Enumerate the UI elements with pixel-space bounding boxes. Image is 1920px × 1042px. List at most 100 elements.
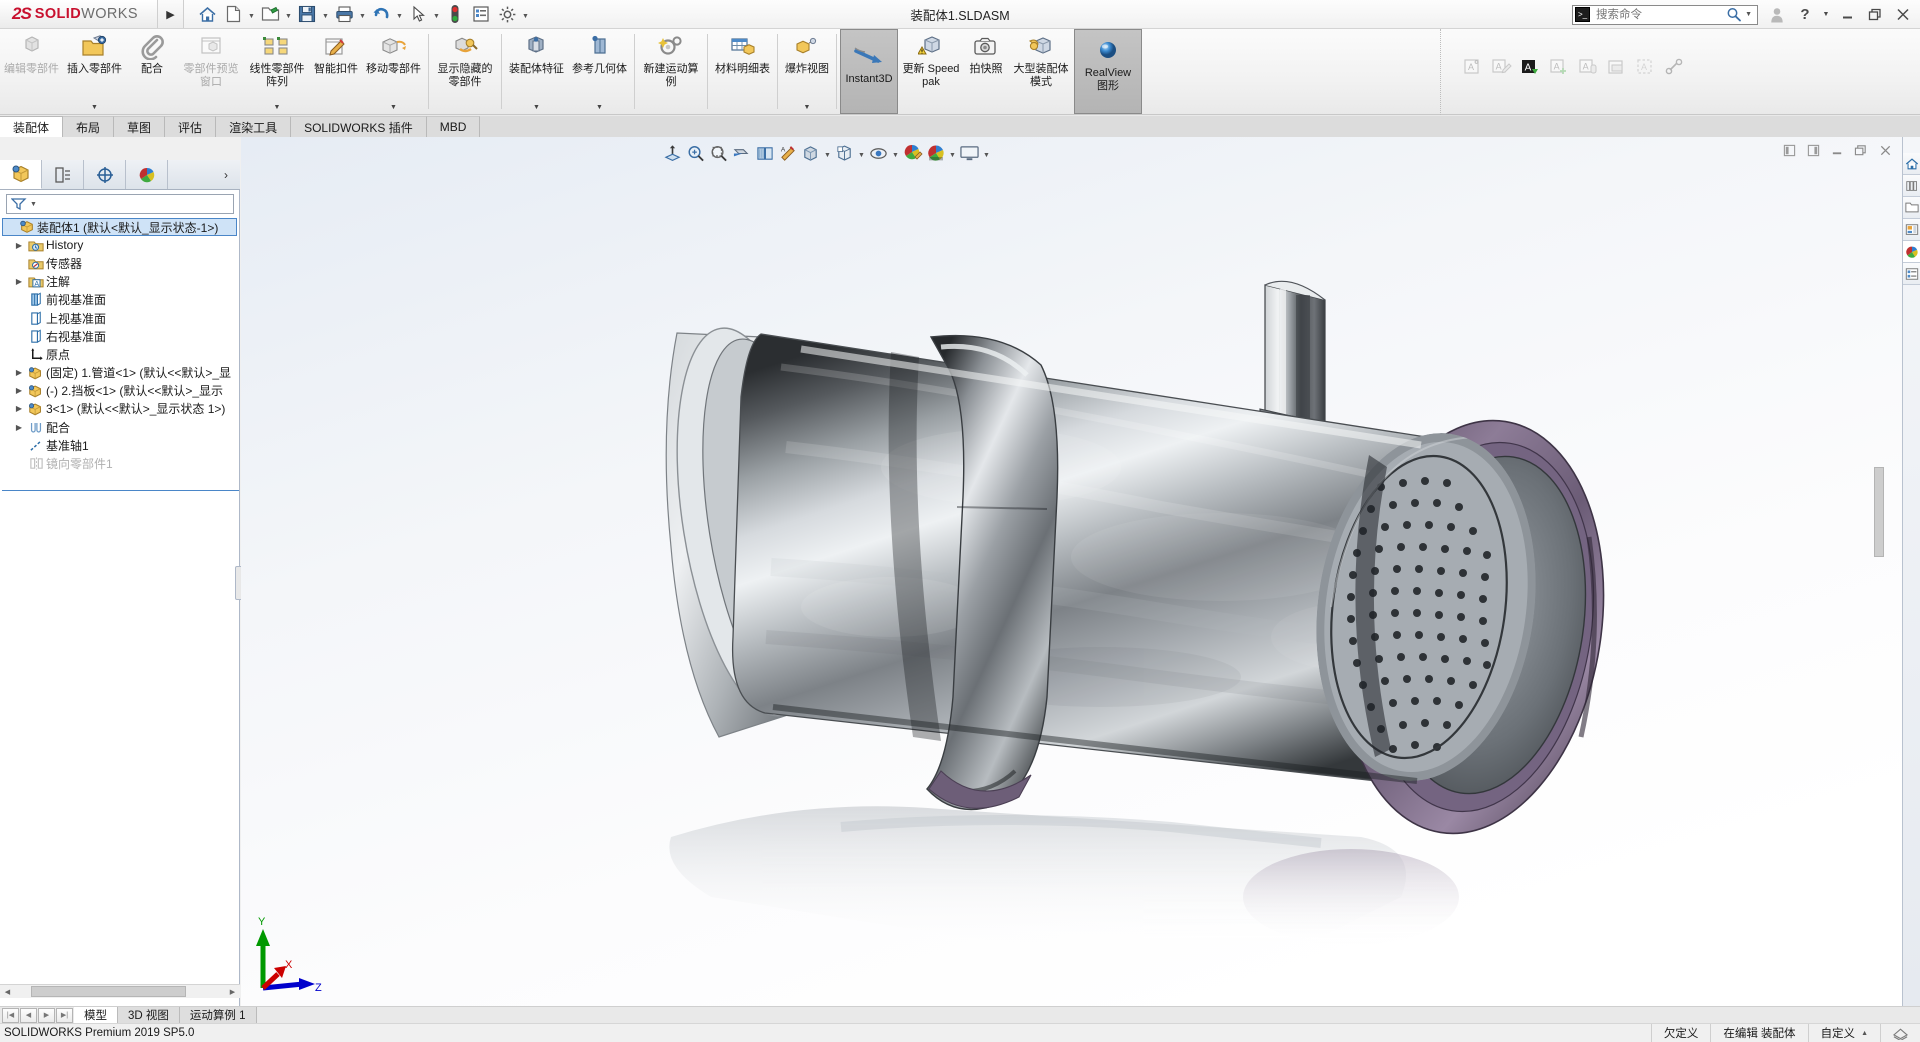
save-dropdown-caret[interactable]: ▼ (320, 1, 331, 27)
status-units-caret[interactable]: ▲ (1861, 1030, 1868, 1037)
ribbon-component-preview[interactable]: 零部件预览窗口 (178, 29, 244, 114)
auto-note-icon[interactable]: A (1517, 55, 1543, 79)
ribbon-edit-component[interactable]: 编辑零部件 (0, 29, 63, 114)
view-settings-icon[interactable] (958, 140, 981, 166)
tab-evaluate[interactable]: 评估 (165, 116, 217, 137)
home-icon[interactable] (194, 1, 220, 27)
ribbon-reference-geometry[interactable]: 参考几何体 ▼ (568, 29, 631, 114)
tab-nav-first[interactable]: |◀ (2, 1007, 19, 1023)
hide-show-items-caret[interactable]: ▼ (856, 140, 867, 166)
solidworks-logo[interactable]: 2S SOLID WORKS (0, 0, 158, 28)
open-icon[interactable] (257, 1, 283, 27)
edit-appearance-icon[interactable] (867, 140, 890, 166)
tree-expander[interactable]: ▶ (12, 241, 26, 250)
tree-expander[interactable]: ▶ (12, 423, 26, 432)
custom-properties-icon[interactable] (1903, 263, 1920, 285)
feature-tree-filter[interactable]: ▼ (6, 194, 234, 214)
view-palette-icon[interactable] (1903, 219, 1920, 241)
apply-scene-picker-icon[interactable] (924, 140, 947, 166)
ribbon-dropdown-caret[interactable]: ▼ (804, 104, 811, 114)
select-cursor-icon[interactable] (405, 1, 431, 27)
display-style-icon[interactable] (799, 140, 822, 166)
zoom-to-fit-icon[interactable] (661, 140, 684, 166)
new-document-icon[interactable] (220, 1, 246, 27)
tree-expander[interactable]: ▶ (12, 386, 26, 395)
rebuild-icon[interactable] (442, 1, 468, 27)
feature-manager-more-tabs[interactable]: › (212, 160, 240, 189)
restore-button[interactable] (1862, 3, 1888, 27)
ribbon-update-speedpak[interactable]: 更新 Speedpak (898, 29, 964, 114)
ribbon-assembly-feature[interactable]: 装配体特征 ▼ (505, 29, 568, 114)
tree-item-component-3[interactable]: ▶ 3<1> (默认<<默认>_显示状态 1>) (0, 400, 239, 418)
graphics-vertical-scroll[interactable] (1874, 467, 1884, 557)
property-manager-tab[interactable] (42, 160, 84, 189)
file-explorer-icon[interactable] (1903, 197, 1920, 219)
ribbon-linear-component-pattern[interactable]: 线性零部件阵列 ▼ (244, 29, 310, 114)
ribbon-dropdown-caret[interactable]: ▼ (91, 104, 98, 114)
tree-expander[interactable]: ▶ (12, 277, 26, 286)
tab-layout[interactable]: 布局 (63, 116, 115, 137)
view-settings-caret[interactable]: ▼ (981, 140, 992, 166)
tree-item-right-plane[interactable]: 右视基准面 (0, 327, 239, 345)
note-area-icon[interactable]: A (1633, 55, 1659, 79)
configuration-manager-tab[interactable] (84, 160, 126, 189)
help-button[interactable]: ? (1792, 3, 1818, 27)
tree-expander[interactable]: ▶ (12, 404, 26, 413)
tree-item-mirror-components1[interactable]: 镜向零部件1 (0, 454, 239, 472)
tree-item-sensors[interactable]: 传感器 (0, 254, 239, 272)
options-dropdown-caret[interactable]: ▼ (520, 1, 531, 27)
new-document-dropdown-caret[interactable]: ▼ (246, 1, 257, 27)
print-icon[interactable] (331, 1, 357, 27)
zoom-to-area-icon[interactable] (684, 140, 707, 166)
print-note-icon[interactable] (1604, 55, 1630, 79)
tree-item-origin[interactable]: 原点 (0, 345, 239, 363)
apply-scene-caret[interactable]: ▼ (947, 140, 958, 166)
feature-tree-horizontal-scrollbar[interactable]: ◀ ▶ (0, 984, 240, 998)
ribbon-realview-graphics[interactable]: RealView 图形 (1074, 29, 1142, 114)
view-orientation-icon[interactable] (753, 140, 776, 166)
filter-dropdown-caret[interactable]: ▼ (30, 201, 37, 208)
apply-scene-ball-icon[interactable] (901, 140, 924, 166)
ribbon-move-component[interactable]: 移动零部件 ▼ (362, 29, 425, 114)
status-overlay-icon[interactable] (1880, 1023, 1920, 1042)
ribbon-smart-fasteners[interactable]: 智能扣件 (310, 29, 362, 114)
tree-item-history[interactable]: ▶ History (0, 236, 239, 254)
ribbon-dropdown-caret[interactable]: ▼ (274, 104, 281, 114)
display-manager-tab[interactable] (126, 160, 168, 189)
select-dropdown-caret[interactable]: ▼ (431, 1, 442, 27)
graphics-area[interactable]: A ▼ ▼ ▼ ▼ ▼ Y Z X (241, 137, 1902, 1006)
ribbon-dropdown-caret[interactable]: ▼ (390, 104, 397, 114)
status-custom-units[interactable]: 自定义 ▲ (1807, 1023, 1880, 1042)
search-commands-box[interactable]: >_ ▼ (1572, 4, 1758, 25)
apply-scene-icon[interactable]: A (776, 140, 799, 166)
ribbon-show-hidden-components[interactable]: 显示隐藏的零部件 (432, 29, 498, 114)
add-note-icon[interactable]: A (1546, 55, 1572, 79)
new-note-icon[interactable]: A (1459, 55, 1485, 79)
tree-item-axis1[interactable]: 基准轴1 (0, 436, 239, 454)
note-properties-icon[interactable]: A (1575, 55, 1601, 79)
bottom-tab-model[interactable]: 模型 (74, 1007, 118, 1023)
undo-dropdown-caret[interactable]: ▼ (394, 1, 405, 27)
ribbon-dropdown-caret[interactable]: ▼ (596, 104, 603, 114)
link-note-icon[interactable] (1662, 55, 1688, 79)
tab-mbd[interactable]: MBD (426, 116, 481, 137)
tab-nav-next[interactable]: ▶ (38, 1007, 55, 1023)
appearances-scenes-icon[interactable] (1903, 241, 1920, 263)
ribbon-insert-component[interactable]: 插入零部件 ▼ (63, 29, 126, 114)
tab-nav-prev[interactable]: ◀ (20, 1007, 37, 1023)
tree-item-component-pipe[interactable]: ▶ (固定) 1.管道<1> (默认<<默认>_显 (0, 364, 239, 382)
hide-show-items-icon[interactable] (833, 140, 856, 166)
tree-item-component-baffle[interactable]: ▶ (-) 2.挡板<1> (默认<<默认>_显示 (0, 382, 239, 400)
save-icon[interactable] (294, 1, 320, 27)
tab-sketch[interactable]: 草图 (114, 116, 166, 137)
ribbon-take-snapshot[interactable]: 拍快照 (964, 29, 1008, 114)
ribbon-bill-of-materials[interactable]: 材料明细表 (711, 29, 774, 114)
design-library-icon[interactable] (1903, 175, 1920, 197)
menu-expand-arrow[interactable]: ▶ (158, 0, 184, 28)
doc-minimize-icon[interactable] (1826, 139, 1848, 161)
edit-note-icon[interactable]: A (1488, 55, 1514, 79)
tree-item-front-plane[interactable]: 前视基准面 (0, 291, 239, 309)
edit-appearance-caret[interactable]: ▼ (890, 140, 901, 166)
model-viewport[interactable] (241, 137, 1902, 1006)
tree-expander[interactable]: ▶ (12, 368, 26, 377)
